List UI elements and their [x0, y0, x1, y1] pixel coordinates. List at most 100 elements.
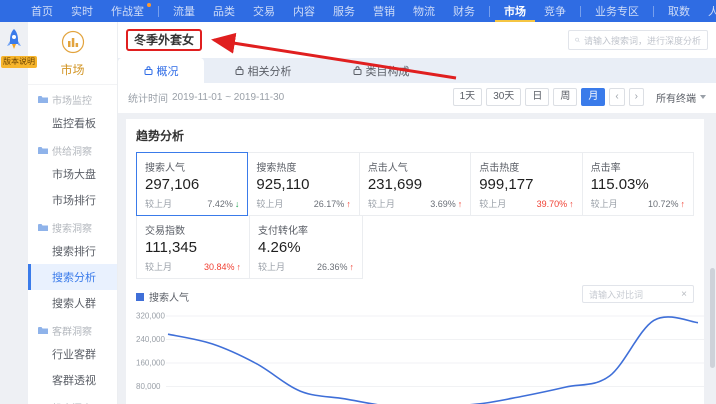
- chart-header: 搜索人气 请输入对比词 ×: [136, 289, 694, 304]
- metric-pct: 26.36%: [317, 262, 348, 272]
- search-icon: [575, 35, 580, 45]
- sidebar-header: 市场: [28, 22, 117, 85]
- prev-page-button[interactable]: ‹: [609, 88, 624, 106]
- trend-title: 趋势分析: [136, 127, 694, 144]
- nav-item[interactable]: 市场: [495, 0, 535, 22]
- trend-line: [168, 317, 698, 404]
- legend-swatch-icon: [136, 293, 144, 301]
- nav-item[interactable]: 人群管理: [699, 0, 716, 22]
- sidebar-group-text: 客群洞察: [52, 323, 92, 338]
- version-badge[interactable]: 版本说明: [1, 56, 37, 68]
- next-page-button[interactable]: ›: [629, 88, 644, 106]
- nav-item[interactable]: 作战室: [102, 0, 153, 22]
- sidebar-item[interactable]: 搜索人群: [28, 290, 117, 316]
- sidebar-group-label[interactable]: 搜索洞察: [28, 213, 117, 238]
- granularity-button[interactable]: 日: [525, 88, 549, 106]
- tab-相关分析[interactable]: 相关分析: [204, 58, 322, 83]
- metric-pct: 30.84%: [204, 262, 235, 272]
- metric-label: 支付转化率: [258, 222, 354, 237]
- arrow-down-icon: ↓: [235, 199, 240, 209]
- y-tick-label: 320,000: [136, 312, 165, 321]
- compare-placeholder: 请输入对比词: [589, 288, 643, 301]
- terminal-label: 所有终端: [656, 90, 696, 105]
- vs-label: 较上月: [256, 197, 283, 210]
- sidebar-item[interactable]: 搜索分析: [28, 264, 117, 290]
- compare-keyword-input[interactable]: 请输入对比词 ×: [582, 285, 694, 303]
- metric-pct: 3.69%: [430, 199, 456, 209]
- sidebar-group-label[interactable]: 供给洞察: [28, 136, 117, 161]
- metric-footer: 较上月7.42%↓: [145, 197, 239, 210]
- metric-value: 111,345: [145, 239, 241, 256]
- metric-card[interactable]: 点击热度999,177较上月39.70%↑: [470, 152, 582, 216]
- sidebar-item[interactable]: 客群透视: [28, 367, 117, 393]
- clear-icon[interactable]: ×: [681, 289, 687, 300]
- quick-range-button[interactable]: 30天: [486, 88, 521, 106]
- terminal-dropdown[interactable]: 所有终端: [656, 90, 706, 105]
- sidebar-item[interactable]: 监控看板: [28, 110, 117, 136]
- metric-value: 115.03%: [591, 176, 685, 193]
- vs-label: 较上月: [368, 197, 395, 210]
- sidebar-group-label[interactable]: 客群洞察: [28, 316, 117, 341]
- nav-item[interactable]: 实时: [62, 0, 102, 22]
- sidebar-item[interactable]: 市场大盘: [28, 161, 117, 187]
- rocket-icon[interactable]: [6, 29, 22, 51]
- y-tick-label: 160,000: [136, 359, 165, 368]
- nav-item[interactable]: 品类: [204, 0, 244, 22]
- nav-item[interactable]: 服务: [324, 0, 364, 22]
- scrollbar[interactable]: [710, 268, 715, 368]
- sidebar-item[interactable]: 市场排行: [28, 187, 117, 213]
- folder-icon: [38, 326, 48, 335]
- metric-pct: 26.17%: [314, 199, 345, 209]
- metric-card[interactable]: 支付转化率 4.26% 较上月26.36%↑: [249, 215, 363, 279]
- tab-类目构成[interactable]: 类目构成: [322, 58, 440, 83]
- nav-divider: [158, 6, 159, 17]
- vs-label: 较上月: [479, 197, 506, 210]
- quick-range-button[interactable]: 1天: [453, 88, 483, 106]
- nav-item[interactable]: 财务: [444, 0, 484, 22]
- nav-item[interactable]: 交易: [244, 0, 284, 22]
- nav-item[interactable]: 业务专区: [586, 0, 648, 22]
- nav-item[interactable]: 取数: [659, 0, 699, 22]
- metric-value: 4.26%: [258, 239, 354, 256]
- sidebar-group-label[interactable]: 市场监控: [28, 85, 117, 110]
- metric-card[interactable]: 交易指数111,345较上月30.84%↑: [136, 215, 250, 279]
- metric-card[interactable]: 搜索人气297,106较上月7.42%↓: [136, 152, 248, 216]
- nav-item[interactable]: 营销: [364, 0, 404, 22]
- app-body: 版本说明 市场 市场监控监控看板供给洞察市场大盘市场排行搜索洞察搜索排行搜索分析…: [0, 22, 716, 404]
- tab-label: 概况: [157, 63, 179, 79]
- metric-card[interactable]: 点击人气231,699较上月3.69%↑: [359, 152, 471, 216]
- tab-label: 相关分析: [248, 63, 292, 79]
- granularity-button[interactable]: 周: [553, 88, 577, 106]
- nav-item[interactable]: 流量: [164, 0, 204, 22]
- sidebar-group-label[interactable]: 机会洞察: [28, 393, 117, 404]
- trend-line-chart: 080,000160,000240,000320,0002018-112018-…: [136, 308, 704, 404]
- tab-bar: 概况 相关分析 类目构成: [118, 58, 716, 83]
- filter-bar: 统计时间 2019-11-01 ~ 2019-11-30 1天30天日周月‹›所…: [118, 83, 716, 113]
- trend-panel: 趋势分析 搜索人气297,106较上月7.42%↓搜索热度925,110较上月2…: [126, 119, 704, 404]
- tab-概况[interactable]: 概况: [118, 58, 204, 83]
- stat-time-label: 统计时间: [128, 90, 168, 105]
- page-header: 冬季外套女 请输入搜索词，进行深度分析 概况相关分析类目构成: [118, 22, 716, 83]
- nav-divider: [653, 6, 654, 17]
- nav-item[interactable]: 物流: [404, 0, 444, 22]
- sidebar-item[interactable]: 行业客群: [28, 341, 117, 367]
- nav-item[interactable]: 首页: [22, 0, 62, 22]
- arrow-up-icon: ↑: [346, 199, 351, 209]
- sidebar-item[interactable]: 搜索排行: [28, 238, 117, 264]
- metric-label: 点击热度: [479, 159, 573, 174]
- metric-footer: 较上月26.36%↑: [258, 260, 354, 273]
- search-input[interactable]: 请输入搜索词，进行深度分析: [568, 30, 708, 50]
- sidebar-menu: 市场监控监控看板供给洞察市场大盘市场排行搜索洞察搜索排行搜索分析搜索人群客群洞察…: [28, 85, 117, 404]
- vs-label: 较上月: [145, 197, 172, 210]
- metric-card[interactable]: 搜索热度925,110较上月26.17%↑: [247, 152, 359, 216]
- nav-divider: [489, 6, 490, 17]
- metric-card[interactable]: 点击率115.03%较上月10.72%↑: [582, 152, 694, 216]
- granularity-button[interactable]: 月: [581, 88, 605, 106]
- folder-icon: [38, 146, 48, 155]
- arrow-up-icon: ↑: [681, 199, 686, 209]
- y-tick-label: 80,000: [136, 382, 161, 391]
- metric-label: 点击人气: [368, 159, 462, 174]
- nav-item[interactable]: 内容: [284, 0, 324, 22]
- arrow-up-icon: ↑: [350, 262, 355, 272]
- nav-item[interactable]: 竞争: [535, 0, 575, 22]
